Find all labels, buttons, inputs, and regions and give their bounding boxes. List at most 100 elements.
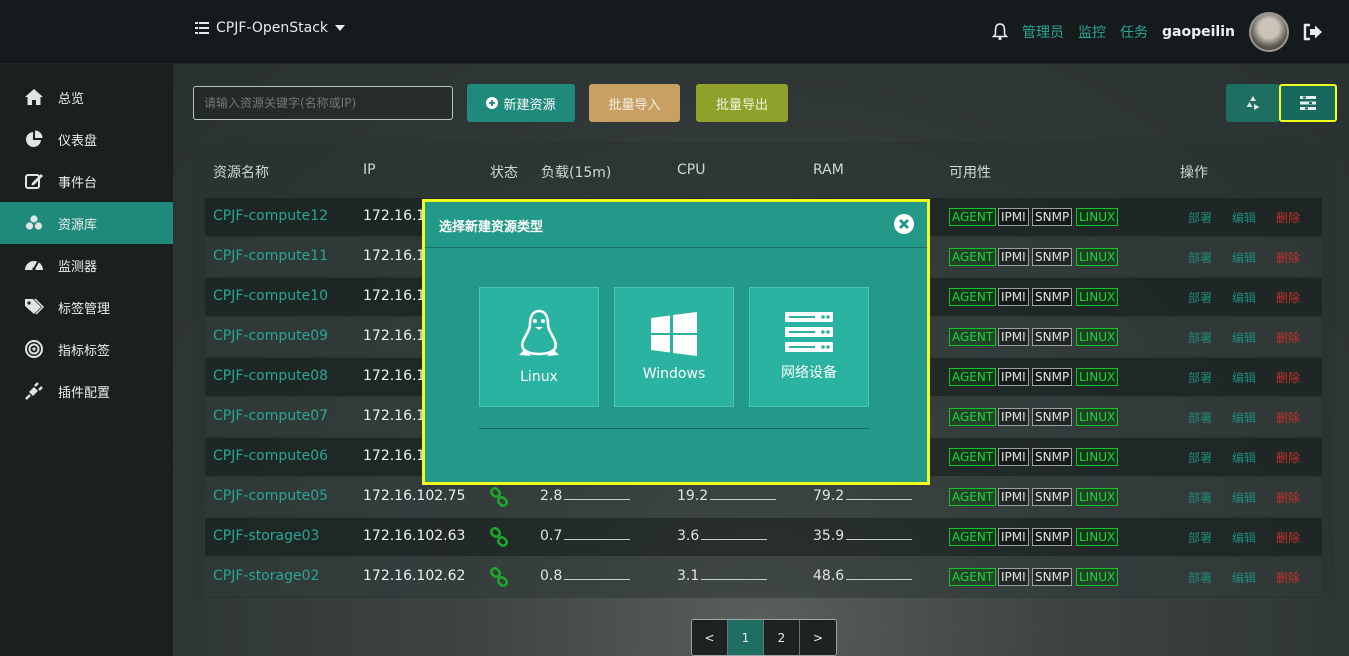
sidebar-item-overview[interactable]: 总览 (0, 76, 173, 118)
deploy-link[interactable]: 部署 (1188, 369, 1212, 386)
sidebar-item-events[interactable]: 事件台 (0, 160, 173, 202)
edit-link[interactable]: 编辑 (1232, 409, 1256, 426)
ram-value: 35.9 (813, 528, 913, 544)
deploy-link[interactable]: 部署 (1188, 249, 1212, 266)
edit-link[interactable]: 编辑 (1232, 449, 1256, 466)
username[interactable]: gaopeilin (1162, 24, 1235, 40)
edit-link[interactable]: 编辑 (1232, 529, 1256, 546)
col-header-cpu[interactable]: CPU (677, 162, 705, 178)
sidebar-item-metric-tags[interactable]: 指标标签 (0, 328, 173, 370)
delete-link[interactable]: 删除 (1276, 529, 1300, 546)
availability-tag-ipmi: IPMI (998, 288, 1029, 306)
deploy-link[interactable]: 部署 (1188, 209, 1212, 226)
resource-name-link[interactable]: CPJF-compute06 (213, 448, 328, 464)
sidebar-item-tags[interactable]: 标签管理 (0, 286, 173, 328)
edit-link[interactable]: 编辑 (1232, 329, 1256, 346)
avatar[interactable] (1249, 12, 1289, 52)
availability-tag-snmp: SNMP (1032, 368, 1073, 386)
load-value-text: 2.8 (540, 488, 563, 504)
delete-link[interactable]: 删除 (1276, 409, 1300, 426)
sidebar-item-dashboard[interactable]: 仪表盘 (0, 118, 173, 160)
deploy-link[interactable]: 部署 (1188, 529, 1212, 546)
edit-link[interactable]: 编辑 (1232, 369, 1256, 386)
cpu-sparkline (701, 568, 768, 580)
linux-option-button[interactable]: Linux (479, 287, 599, 407)
delete-link[interactable]: 删除 (1276, 569, 1300, 586)
deploy-link[interactable]: 部署 (1188, 329, 1212, 346)
caret-down-icon (335, 25, 345, 31)
cpu-value-text: 19.2 (677, 488, 709, 504)
sidebar: 总览 仪表盘 事件台 资源库 监测器 标签管理 指标标签 插件配置 (0, 64, 173, 656)
recycle-button[interactable] (1226, 84, 1280, 122)
admin-link[interactable]: 管理员 (1022, 22, 1064, 42)
tags-icon (25, 298, 44, 315)
close-icon[interactable] (893, 213, 915, 235)
deploy-link[interactable]: 部署 (1188, 489, 1212, 506)
edit-link[interactable]: 编辑 (1232, 569, 1256, 586)
delete-link[interactable]: 删除 (1276, 489, 1300, 506)
sidebar-item-plugins[interactable]: 插件配置 (0, 370, 173, 412)
edit-link[interactable]: 编辑 (1232, 489, 1256, 506)
col-header-availability[interactable]: 可用性 (949, 162, 991, 182)
cpu-sparkline (701, 528, 768, 540)
project-selector[interactable]: CPJF-OpenStack (195, 20, 345, 36)
load-value: 0.8 (540, 568, 631, 584)
search-input[interactable] (193, 86, 453, 120)
dashboard-icon (25, 261, 43, 271)
deploy-link[interactable]: 部署 (1188, 449, 1212, 466)
page-button-1[interactable]: 1 (728, 620, 764, 655)
resource-name-link[interactable]: CPJF-compute05 (213, 488, 328, 504)
edit-link[interactable]: 编辑 (1232, 209, 1256, 226)
edit-link[interactable]: 编辑 (1232, 289, 1256, 306)
col-header-ip[interactable]: IP (363, 162, 376, 178)
delete-link[interactable]: 删除 (1276, 209, 1300, 226)
col-header-name[interactable]: 资源名称 (213, 162, 269, 182)
logout-icon[interactable] (1303, 23, 1323, 41)
delete-link[interactable]: 删除 (1276, 449, 1300, 466)
resource-name-link[interactable]: CPJF-compute10 (213, 288, 328, 304)
availability-tag-agent: AGENT (949, 208, 997, 226)
sidebar-item-label: 插件配置 (58, 385, 111, 401)
task-link[interactable]: 任务 (1120, 22, 1148, 42)
load-sparkline (564, 568, 631, 580)
plug-icon (25, 382, 43, 400)
deploy-link[interactable]: 部署 (1188, 289, 1212, 306)
edit-link[interactable]: 编辑 (1232, 249, 1256, 266)
col-header-ram[interactable]: RAM (813, 162, 844, 178)
new-resource-button[interactable]: 新建资源 (467, 84, 575, 122)
col-header-status[interactable]: 状态 (490, 162, 518, 182)
prev-page-button[interactable]: < (692, 620, 728, 655)
network-device-option-button[interactable]: 网络设备 (749, 287, 869, 407)
bell-icon[interactable] (992, 23, 1009, 41)
page-button-2[interactable]: 2 (764, 620, 800, 655)
sidebar-item-label: 仪表盘 (58, 133, 98, 149)
resource-name-link[interactable]: CPJF-compute12 (213, 208, 328, 224)
availability-tag-linux: LINUX (1076, 528, 1119, 546)
columns-settings-button[interactable] (1279, 84, 1337, 122)
windows-option-button[interactable]: Windows (614, 287, 734, 407)
delete-link[interactable]: 删除 (1276, 289, 1300, 306)
resource-name-link[interactable]: CPJF-compute09 (213, 328, 328, 344)
availability-tag-ipmi: IPMI (998, 248, 1029, 266)
delete-link[interactable]: 删除 (1276, 369, 1300, 386)
batch-export-button[interactable]: 批量导出 (696, 84, 788, 122)
batch-import-button[interactable]: 批量导入 (589, 84, 680, 122)
resource-name-link[interactable]: CPJF-storage02 (213, 568, 319, 584)
availability-tag-snmp: SNMP (1032, 328, 1073, 346)
pie-chart-icon (26, 130, 43, 147)
col-header-load[interactable]: 负载(15m) (541, 162, 611, 182)
resource-name-link[interactable]: CPJF-compute11 (213, 248, 328, 264)
resource-name-link[interactable]: CPJF-compute07 (213, 408, 328, 424)
next-page-button[interactable]: > (800, 620, 836, 655)
deploy-link[interactable]: 部署 (1188, 409, 1212, 426)
resource-name-link[interactable]: CPJF-storage03 (213, 528, 319, 544)
delete-link[interactable]: 删除 (1276, 329, 1300, 346)
sidebar-item-monitors[interactable]: 监测器 (0, 244, 173, 286)
sidebar-item-resources[interactable]: 资源库 (0, 202, 173, 244)
deploy-link[interactable]: 部署 (1188, 569, 1212, 586)
monitor-link[interactable]: 监控 (1078, 22, 1106, 42)
table-row: CPJF-storage03 172.16.102.63 0.7 3.6 35.9 AGE… (205, 518, 1322, 556)
resource-name-link[interactable]: CPJF-compute08 (213, 368, 328, 384)
linux-icon (519, 309, 559, 356)
delete-link[interactable]: 删除 (1276, 249, 1300, 266)
